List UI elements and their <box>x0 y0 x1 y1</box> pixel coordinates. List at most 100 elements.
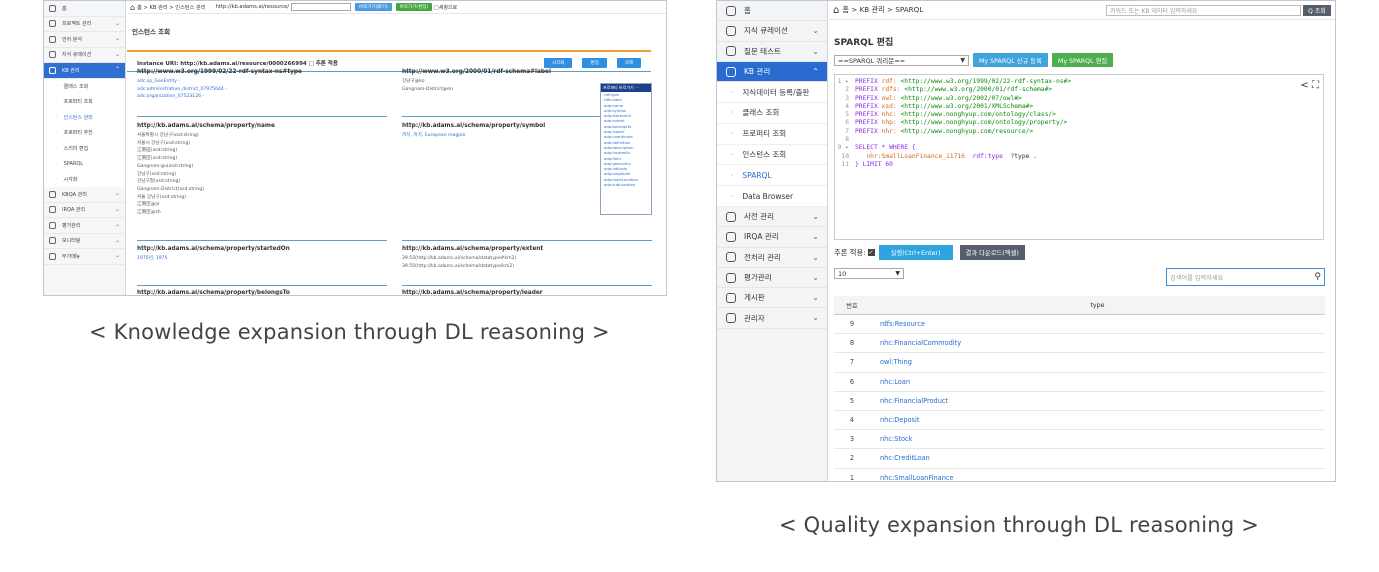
sparql-code-editor[interactable]: 1 ▸ PREFIX rdf: <http://www.w3.org/1999/0… <box>834 74 1324 240</box>
dropdown-option[interactable]: adp:subLocation <box>601 182 651 187</box>
share-icon[interactable]: < <box>1300 80 1308 91</box>
sidebar-item[interactable]: 언어 분석 ⌄ <box>44 32 125 48</box>
sidebar-item[interactable]: KB 관리 ⌃ <box>717 61 827 83</box>
col-type-header[interactable]: type <box>870 302 1325 309</box>
code-line: 1 ▸ PREFIX rdf: <http://www.w3.org/1999/0… <box>835 78 1323 86</box>
code-text: SELECT * WHERE { <box>855 144 916 152</box>
property-card: http://kb.adams.ai/schema/property/name 서… <box>137 123 387 241</box>
download-button[interactable]: 결과 다운로드(엑셀) <box>959 245 1025 260</box>
inference-checkbox[interactable]: ✓ <box>867 249 875 256</box>
sidebar-item[interactable]: IRQA 관리 ⌄ <box>717 227 827 248</box>
sidebar-item[interactable]: 질문 테스트 ⌄ <box>717 42 827 62</box>
run-button[interactable]: 실행(Ctrl+Enter) <box>878 245 953 260</box>
line-number: 4 <box>845 102 849 110</box>
action-button[interactable]: 편집 <box>582 57 607 68</box>
col-no-header[interactable]: 번호 <box>834 301 870 310</box>
property-shortcut-dropdown[interactable]: 프로퍼티 바로가기 ⋯ rdf:type rdfs:label adp:name ad… <box>600 83 652 215</box>
table-row: 8 nhc:FinancialCommodity <box>834 334 1325 354</box>
sidebar-item[interactable]: 홈 <box>44 1 125 17</box>
sidebar-item[interactable]: 지식 큐레이션 ⌄ <box>44 48 125 63</box>
go-edit-button[interactable]: 바로가기(편집) <box>395 3 433 11</box>
sidebar-item[interactable]: 부가메뉴 ⌄ <box>44 249 125 265</box>
sidebar-item[interactable]: 모니터링 ⌄ <box>44 234 125 249</box>
url-input[interactable] <box>291 3 352 11</box>
search-icon[interactable]: ⚲ <box>1314 272 1321 282</box>
query-select[interactable]: ==SPARQL 쿼리문== ▼ <box>834 54 969 66</box>
value-link[interactable]: adc:sp_GeoEntity - <box>137 78 387 86</box>
sidebar-item[interactable]: KB 관리 ⌃ <box>44 63 125 79</box>
row-type-link[interactable]: nhc:Deposit <box>870 416 1325 424</box>
value-link[interactable]: adc:organization_07523126 - <box>137 93 387 101</box>
chevron-up-icon: ⌃ <box>812 66 819 76</box>
chevron-down-icon: ▼ <box>895 270 900 277</box>
menu-icon <box>726 272 736 283</box>
submenu-item[interactable]: · SPARQL <box>717 165 827 187</box>
sidebar-item[interactable]: 사전 관리 ⌄ <box>717 207 827 228</box>
value-link[interactable]: 1975년, 1975 <box>137 255 387 263</box>
register-sparql-button[interactable]: My SPARQL 신규 등록 <box>973 53 1048 67</box>
sidebar-item[interactable]: 관리자 ⌄ <box>717 308 827 329</box>
submenu-item[interactable]: · 프로퍼티 조회 <box>44 94 125 110</box>
home-icon[interactable]: ⌂ <box>130 3 135 12</box>
row-type-link[interactable]: nhc:SmallLoanFinance <box>870 474 1325 481</box>
home-icon[interactable]: ⌂ <box>833 5 839 16</box>
fullscreen-icon[interactable]: ⛶ <box>1312 80 1319 91</box>
chevron-down-icon: ⌄ <box>812 252 819 262</box>
submenu-item[interactable]: · 스키마 편집 <box>44 140 125 156</box>
action-button[interactable]: 시각화 <box>544 57 573 68</box>
submenu-item[interactable]: · 인스턴스 조회 <box>717 144 827 166</box>
menu-icon <box>49 20 56 28</box>
row-type-link[interactable]: owl:Thing <box>870 358 1325 366</box>
row-number: 2 <box>849 454 855 463</box>
limit-select[interactable]: 10 ▼ <box>834 268 904 279</box>
submenu-item[interactable]: · 시각화 <box>44 171 125 187</box>
sidebar-item[interactable]: 게시판 ⌄ <box>717 288 827 309</box>
property-uri[interactable]: http://www.w3.org/2000/01/rdf-schema#lab… <box>402 69 652 75</box>
value-text: Gangnam-gu(xsd:string) <box>137 163 194 169</box>
sidebar-item[interactable]: 지식 큐레이션 ⌄ <box>717 21 827 42</box>
chevron-up-icon: ⌃ <box>114 66 120 73</box>
sidebar-item[interactable]: KBQA 관리 ⌄ <box>44 187 125 203</box>
code-token: rdf: <box>881 78 901 85</box>
row-type-link[interactable]: rdfs:Resource <box>870 320 1325 328</box>
row-type-link[interactable]: nhc:CreditLoan <box>870 454 1325 462</box>
result-filter-input[interactable]: 검색어를 입력하세요 ⚲ <box>1166 268 1325 286</box>
url-label: http://kb.adams.ai/resource/ <box>215 4 290 10</box>
property-uri[interactable]: http://kb.adams.ai/schema/property/leade… <box>402 290 652 295</box>
sidebar-item[interactable]: 평가관리 ⌄ <box>44 218 125 234</box>
sidebar-item[interactable]: 프로젝트 관리 ⌄ <box>44 17 125 32</box>
sidebar-item[interactable]: IRQA 관리 ⌄ <box>44 203 125 218</box>
menu-icon <box>49 51 56 59</box>
row-type-link[interactable]: nhc:FinancialProduct <box>870 397 1325 405</box>
row-type-link[interactable]: nhc:Stock <box>870 435 1325 443</box>
table-body: 9 rdfs:Resource 8 nhc:FinancialCommodity 7 ow… <box>834 315 1325 481</box>
property-uri[interactable]: http://kb.adams.ai/schema/property/exten… <box>402 246 652 252</box>
submenu-item[interactable]: · 지식데이터 등록/출판 <box>717 82 827 103</box>
submenu-item[interactable]: · SPARQL <box>44 156 125 172</box>
property-uri[interactable]: http://www.w3.org/1999/02/22-rdf-syntax-… <box>137 69 387 75</box>
search-button[interactable]: Q 조회 <box>1303 4 1331 16</box>
value-link[interactable]: adc:administrative_district_07975644 - <box>137 86 387 94</box>
new-window-checkbox-label[interactable]: □새창으로 <box>434 4 457 11</box>
property-uri[interactable]: http://kb.adams.ai/schema/property/name <box>137 123 387 129</box>
action-button[interactable]: 삭제 <box>616 57 641 68</box>
submenu-item[interactable]: · 클래스 조회 <box>717 102 827 124</box>
sidebar-item[interactable]: 홈 <box>717 1 827 22</box>
submenu-item[interactable]: · 인스턴스 관리 <box>44 109 125 125</box>
code-lines: 1 ▸ PREFIX rdf: <http://www.w3.org/1999/0… <box>835 75 1323 169</box>
submenu-item[interactable]: · 프로퍼티 추천 <box>44 125 125 141</box>
sidebar-item[interactable]: 평가관리 ⌄ <box>717 268 827 289</box>
edit-sparql-button[interactable]: My SPARQL 편집 <box>1051 53 1114 67</box>
row-type-link[interactable]: nhc:FinancialCommodity <box>870 339 1325 347</box>
sidebar-item[interactable]: 전처리 관리 ⌄ <box>717 248 827 268</box>
breadcrumb: 홈 > KB 관리 > 인스턴스 관리 <box>137 4 206 11</box>
row-type-link[interactable]: nhc:Loan <box>870 378 1325 386</box>
global-search-input[interactable]: 키워드 또는 KB 데이터 입력하세요 <box>1106 4 1301 16</box>
submenu-item[interactable]: · 프로퍼티 조회 <box>717 123 827 145</box>
property-uri[interactable]: http://kb.adams.ai/schema/property/start… <box>137 246 387 252</box>
go-button[interactable]: 바로가기(新기) <box>355 3 392 11</box>
code-text: PREFIX nhp: <http://www.nonghyup.com/ont… <box>855 119 1067 127</box>
property-uri[interactable]: http://kb.adams.ai/schema/property/belon… <box>137 290 387 295</box>
submenu-item[interactable]: · Data Browser <box>717 186 827 207</box>
submenu-item[interactable]: · 클래스 조회 <box>44 78 125 94</box>
